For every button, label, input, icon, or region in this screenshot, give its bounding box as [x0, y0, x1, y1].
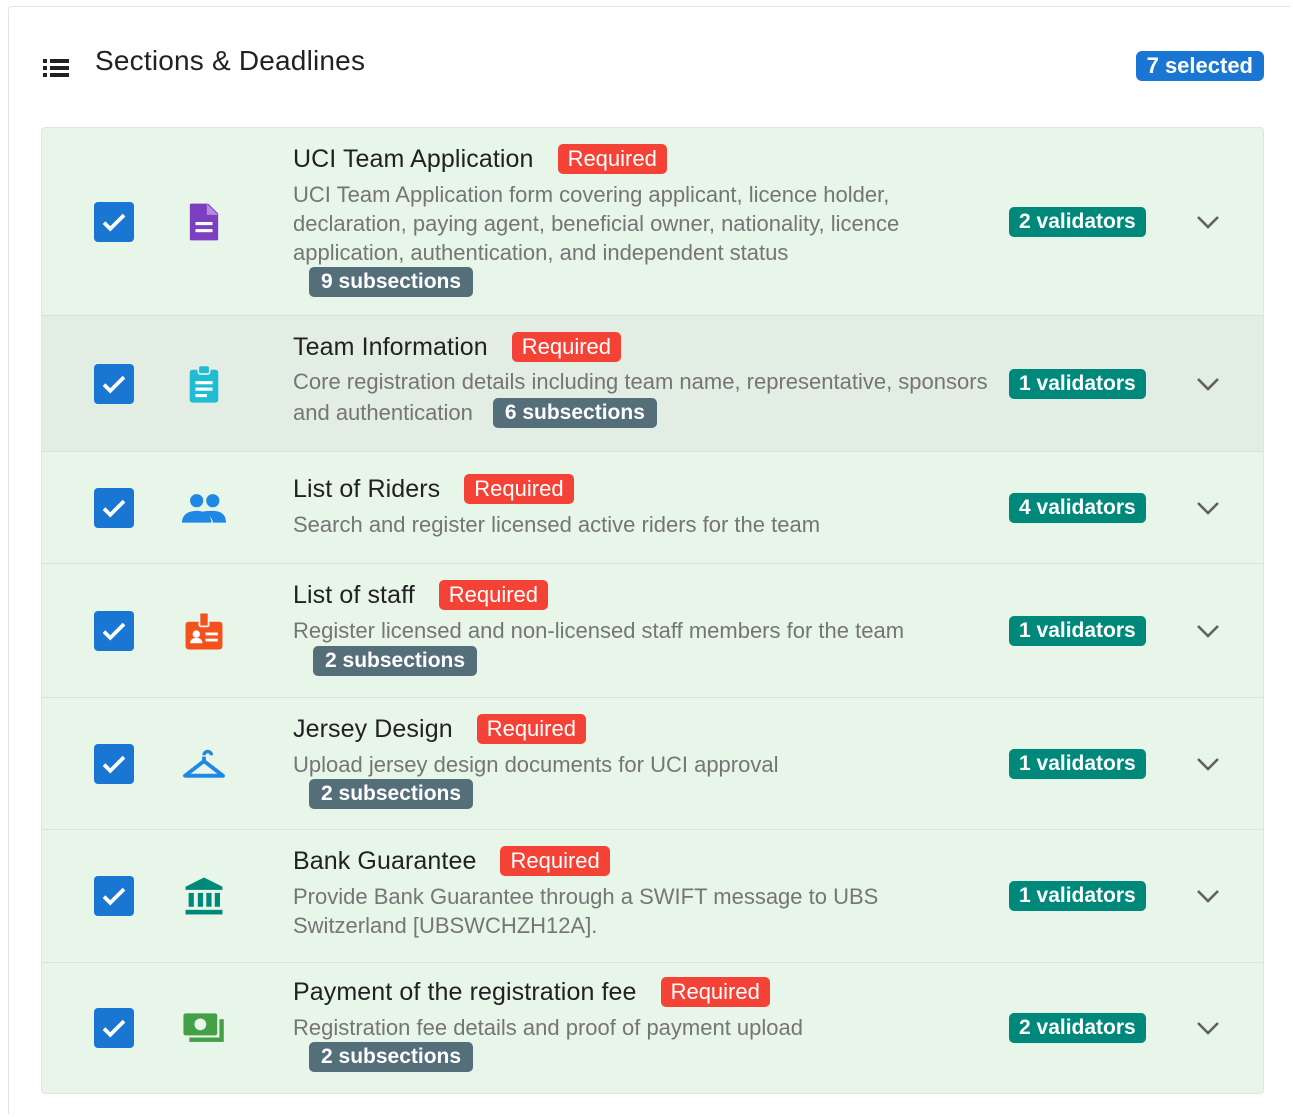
- section-title: Team Information: [293, 333, 488, 362]
- bank-icon: [182, 874, 226, 918]
- section-row-list-of-riders[interactable]: List of Riders Required Search and regis…: [42, 452, 1263, 564]
- check-icon: [99, 1013, 129, 1043]
- validators-badge: 2 validators: [1009, 207, 1146, 237]
- section-checkbox[interactable]: [94, 611, 134, 651]
- section-checkbox[interactable]: [94, 1008, 134, 1048]
- list-icon: [43, 57, 69, 79]
- card-header: Sections & Deadlines 7 selected: [9, 7, 1290, 123]
- section-title: List of staff: [293, 581, 415, 610]
- section-row-list-of-staff[interactable]: List of staff Required Register licensed…: [42, 564, 1263, 698]
- section-checkbox[interactable]: [94, 744, 134, 784]
- section-content: Team Information Required Core registrat…: [293, 330, 993, 428]
- card-title: Sections & Deadlines: [95, 45, 365, 77]
- section-checkbox[interactable]: [94, 364, 134, 404]
- required-badge: Required: [477, 714, 586, 744]
- section-content: List of staff Required Register licensed…: [293, 578, 993, 676]
- section-content: UCI Team Application Required UCI Team A…: [293, 142, 993, 297]
- section-content: Jersey Design Required Upload jersey des…: [293, 712, 993, 809]
- section-list: UCI Team Application Required UCI Team A…: [41, 127, 1264, 1094]
- required-badge: Required: [464, 474, 573, 504]
- required-badge: Required: [500, 846, 609, 876]
- section-description: UCI Team Application form covering appli…: [293, 180, 993, 267]
- validators-badge: 1 validators: [1009, 749, 1146, 779]
- check-icon: [99, 616, 129, 646]
- chevron-down-icon[interactable]: [1194, 496, 1222, 520]
- section-description: Registration fee details and proof of pa…: [293, 1013, 993, 1042]
- section-content: List of Riders Required Search and regis…: [293, 472, 993, 539]
- required-badge: Required: [558, 144, 667, 174]
- section-row-payment-registration-fee[interactable]: Payment of the registration fee Required…: [42, 963, 1263, 1093]
- document-icon: [182, 200, 226, 244]
- validators-badge: 4 validators: [1009, 493, 1146, 523]
- section-title: Bank Guarantee: [293, 847, 476, 876]
- section-row-team-information[interactable]: Team Information Required Core registrat…: [42, 316, 1263, 452]
- required-badge: Required: [512, 332, 621, 362]
- check-icon: [99, 369, 129, 399]
- section-description: Upload jersey design documents for UCI a…: [293, 750, 993, 779]
- section-title: UCI Team Application: [293, 145, 534, 174]
- section-content: Bank Guarantee Required Provide Bank Gua…: [293, 844, 993, 940]
- chevron-down-icon[interactable]: [1194, 619, 1222, 643]
- clipboard-icon: [182, 362, 226, 406]
- subsections-badge: 9 subsections: [309, 267, 473, 297]
- section-row-jersey-design[interactable]: Jersey Design Required Upload jersey des…: [42, 698, 1263, 830]
- validators-badge: 1 validators: [1009, 369, 1146, 399]
- hanger-icon: [182, 742, 226, 786]
- subsections-badge: 2 subsections: [309, 779, 473, 809]
- check-icon: [99, 749, 129, 779]
- check-icon: [99, 207, 129, 237]
- section-content: Payment of the registration fee Required…: [293, 975, 993, 1072]
- check-icon: [99, 493, 129, 523]
- section-description: Register licensed and non-licensed staff…: [293, 616, 953, 676]
- required-badge: Required: [661, 977, 770, 1007]
- check-icon: [99, 881, 129, 911]
- subsections-badge: 2 subsections: [309, 1042, 473, 1072]
- required-badge: Required: [439, 580, 548, 610]
- validators-badge: 1 validators: [1009, 881, 1146, 911]
- chevron-down-icon[interactable]: [1194, 752, 1222, 776]
- money-icon: [182, 1006, 226, 1050]
- section-row-uci-team-application[interactable]: UCI Team Application Required UCI Team A…: [42, 128, 1263, 316]
- section-checkbox[interactable]: [94, 488, 134, 528]
- section-title: Jersey Design: [293, 715, 453, 744]
- section-description: Core registration details including team…: [293, 366, 993, 428]
- chevron-down-icon[interactable]: [1194, 210, 1222, 234]
- section-row-bank-guarantee[interactable]: Bank Guarantee Required Provide Bank Gua…: [42, 830, 1263, 963]
- badge-icon: [182, 609, 226, 653]
- subsections-badge: 6 subsections: [493, 398, 657, 428]
- chevron-down-icon[interactable]: [1194, 372, 1222, 396]
- section-description: Provide Bank Guarantee through a SWIFT m…: [293, 882, 953, 940]
- validators-badge: 2 validators: [1009, 1013, 1146, 1043]
- chevron-down-icon[interactable]: [1194, 1016, 1222, 1040]
- validators-badge: 1 validators: [1009, 616, 1146, 646]
- section-title: List of Riders: [293, 475, 440, 504]
- section-checkbox[interactable]: [94, 876, 134, 916]
- sections-card: Sections & Deadlines 7 selected UCI Team…: [8, 6, 1290, 1114]
- section-checkbox[interactable]: [94, 202, 134, 242]
- section-description: Search and register licensed active ride…: [293, 510, 993, 539]
- selected-count-badge: 7 selected: [1136, 51, 1264, 81]
- subsections-badge: 2 subsections: [313, 646, 477, 676]
- chevron-down-icon[interactable]: [1194, 884, 1222, 908]
- people-icon: [182, 486, 226, 530]
- section-title: Payment of the registration fee: [293, 978, 637, 1007]
